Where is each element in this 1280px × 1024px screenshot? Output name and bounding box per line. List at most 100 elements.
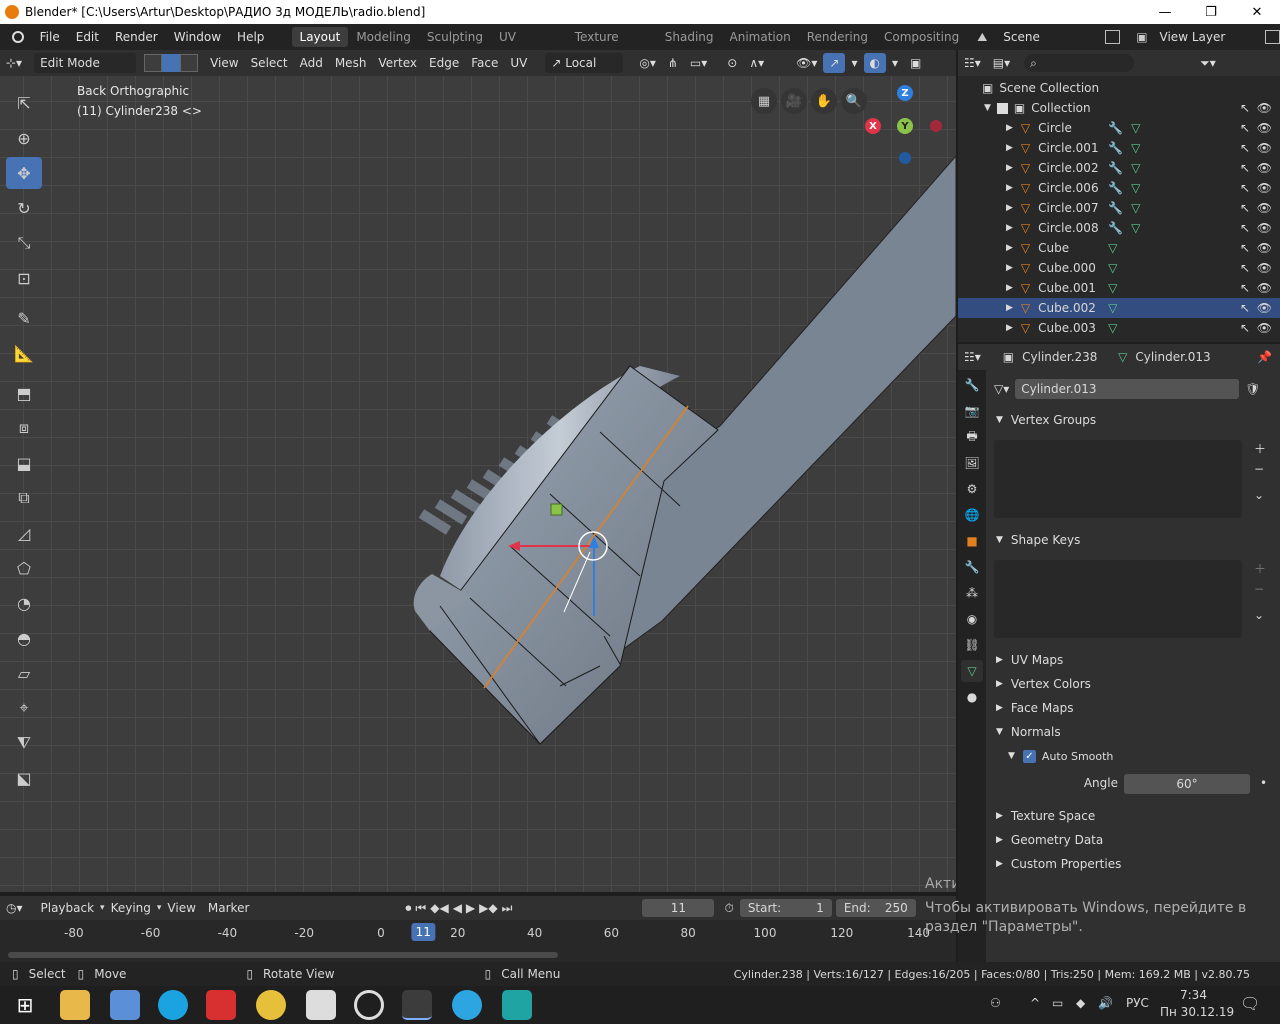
texture-space-panel[interactable]: ▶ Texture Space bbox=[988, 804, 1276, 828]
modifier-tab-icon[interactable]: 🔧 bbox=[961, 556, 983, 578]
timeline-scrollbar[interactable] bbox=[8, 952, 558, 958]
blender-taskbar-icon[interactable] bbox=[402, 990, 432, 1020]
output-tab-icon[interactable]: 🖶 bbox=[961, 426, 983, 448]
eye-icon[interactable]: 👁 bbox=[1257, 121, 1272, 135]
poly-build-tool-icon[interactable]: ⬠ bbox=[6, 552, 42, 584]
face-maps-panel[interactable]: ▶ Face Maps bbox=[988, 696, 1276, 720]
outliner-item[interactable]: ▶ ▽ Cube.000 ▽ ↖ 👁 bbox=[958, 258, 1280, 278]
chrome-icon[interactable] bbox=[256, 990, 286, 1020]
select-toggle-icon[interactable]: ↖ bbox=[1240, 141, 1250, 155]
geometry-data-panel[interactable]: ▶ Geometry Data bbox=[988, 828, 1276, 852]
pivot-icon[interactable]: ◎▾ bbox=[633, 53, 662, 73]
fake-user-icon[interactable]: 🛡 bbox=[1245, 382, 1260, 396]
custom-properties-panel[interactable]: ▶ Custom Properties bbox=[988, 852, 1276, 876]
auto-smooth-row[interactable]: ▼ ✓ Auto Smooth bbox=[1008, 744, 1280, 768]
maya-icon[interactable] bbox=[502, 990, 532, 1020]
collection-row[interactable]: ▼ ▣ Collection ↖ 👁 bbox=[958, 98, 1280, 118]
tab-sculpting[interactable]: Sculpting bbox=[419, 27, 491, 47]
vertex-group-menu-icon[interactable]: ⌄ bbox=[1254, 488, 1264, 502]
nav-gizmo-y[interactable]: Y bbox=[897, 118, 913, 134]
loop-cut-tool-icon[interactable]: ⧉ bbox=[6, 482, 42, 514]
outliner-item[interactable]: ▶ ▽ Circle.007 🔧 ▽ ↖ 👁 bbox=[958, 198, 1280, 218]
outliner-editor-icon[interactable]: ☷▾ bbox=[958, 53, 987, 73]
pan-view-icon[interactable]: ✋ bbox=[811, 88, 837, 114]
view-layer-name[interactable]: View Layer bbox=[1160, 30, 1265, 44]
bevel-tool-icon[interactable]: ⬓ bbox=[6, 447, 42, 479]
keyframe-dot-icon[interactable]: • bbox=[1260, 776, 1267, 790]
tab-texture-paint[interactable]: Texture Paint bbox=[567, 27, 657, 64]
particles-tab-icon[interactable]: ⁂ bbox=[961, 582, 983, 604]
scene-tab-icon[interactable]: ⚙ bbox=[961, 478, 983, 500]
tab-rendering[interactable]: Rendering bbox=[799, 27, 876, 47]
eye-icon[interactable]: 👁 bbox=[1257, 221, 1272, 235]
gizmo-dropdown-icon[interactable]: ▾ bbox=[845, 53, 863, 73]
shrink-fatten-tool-icon[interactable]: ⌖ bbox=[6, 692, 42, 724]
eye-icon[interactable]: 👁 bbox=[1257, 181, 1272, 195]
expand-icon[interactable]: ▶ bbox=[1006, 183, 1013, 193]
menu-keying[interactable]: Keying bbox=[105, 898, 157, 918]
nav-gizmo-x[interactable]: X bbox=[865, 118, 881, 134]
menu-select[interactable]: Select bbox=[245, 53, 294, 73]
file-explorer-icon[interactable] bbox=[60, 990, 90, 1020]
prev-keyframe-icon[interactable]: ◆◀ bbox=[430, 901, 448, 916]
mesh-name-field[interactable]: Cylinder.013 bbox=[1015, 379, 1240, 399]
windows-start-icon[interactable]: ⊞ bbox=[10, 990, 40, 1020]
menu-timeline-view[interactable]: View bbox=[161, 898, 201, 918]
transform-tool-icon[interactable]: ⊡ bbox=[6, 262, 42, 294]
tab-compositing[interactable]: Compositing bbox=[876, 27, 967, 47]
edge-slide-tool-icon[interactable]: ▱ bbox=[6, 657, 42, 689]
frame-ruler[interactable]: -80 -60 -40 -20 0 20 40 60 80 100 120 140 11 bbox=[0, 920, 956, 962]
cursor-tool-icon[interactable]: ⊕ bbox=[6, 122, 42, 154]
current-frame-field[interactable]: 11 bbox=[642, 899, 715, 917]
menu-file[interactable]: File bbox=[32, 30, 68, 44]
notifications-icon[interactable]: 🗨 bbox=[1240, 994, 1260, 1013]
maximize-button[interactable]: ❐ bbox=[1188, 0, 1234, 24]
falloff-icon[interactable]: ∧▾ bbox=[743, 53, 770, 73]
gizmo-plane-handle-icon[interactable] bbox=[550, 503, 563, 516]
angle-field[interactable]: 60° bbox=[1124, 774, 1250, 794]
network-icon[interactable]: ▭ bbox=[1052, 996, 1063, 1010]
menu-uv[interactable]: UV bbox=[504, 53, 533, 73]
menu-edge[interactable]: Edge bbox=[423, 53, 465, 73]
select-toggle-icon[interactable]: ↖ bbox=[1240, 261, 1250, 275]
expand-icon[interactable]: ▶ bbox=[1006, 283, 1013, 293]
add-vertex-group-icon[interactable]: ＋ bbox=[1254, 440, 1266, 457]
select-toggle-icon[interactable]: ↖ bbox=[1240, 201, 1250, 215]
eye-icon[interactable]: 👁 bbox=[1257, 281, 1272, 295]
close-button[interactable]: ✕ bbox=[1234, 0, 1280, 24]
minimize-button[interactable]: — bbox=[1142, 0, 1188, 24]
uv-maps-panel[interactable]: ▶ UV Maps bbox=[988, 648, 1276, 672]
render-tab-icon[interactable]: 📷 bbox=[961, 400, 983, 422]
menu-window[interactable]: Window bbox=[166, 30, 229, 44]
expand-icon[interactable]: ▼ bbox=[984, 103, 991, 113]
select-toggle-icon[interactable]: ↖ bbox=[1240, 321, 1250, 335]
view-layer-tab-icon[interactable]: 🖼 bbox=[961, 452, 983, 474]
auto-smooth-checkbox[interactable]: ✓ bbox=[1022, 749, 1036, 763]
normals-panel[interactable]: ▼ Normals bbox=[988, 720, 1276, 744]
3d-viewport[interactable]: ⇱ ⊕ ✥ ↻ ⤡ ⊡ ✎ 📐 ⬒ ⧈ ⬓ ⧉ ◿ ⬠ ◔ ◓ ▱ ⌖ ⧨ ⬕ … bbox=[0, 76, 956, 892]
play-icon[interactable]: ▶ bbox=[466, 901, 475, 916]
constraints-tab-icon[interactable]: ⛓ bbox=[961, 634, 983, 656]
object-tab-icon[interactable]: ■ bbox=[961, 530, 983, 552]
select-toggle-icon[interactable]: ↖ bbox=[1240, 301, 1250, 315]
move-tool-icon[interactable]: ✥ bbox=[6, 157, 42, 189]
eye-icon[interactable]: 👁 bbox=[1257, 141, 1272, 155]
menu-help[interactable]: Help bbox=[229, 30, 272, 44]
menu-edit[interactable]: Edit bbox=[68, 30, 107, 44]
outliner-item[interactable]: ▶ ▽ Cube ▽ ↖ 👁 bbox=[958, 238, 1280, 258]
outliner-item[interactable]: ▶ ▽ Circle.001 🔧 ▽ ↖ 👁 bbox=[958, 138, 1280, 158]
grid-view-icon[interactable]: ▦ bbox=[751, 88, 777, 114]
vertex-colors-panel[interactable]: ▶ Vertex Colors bbox=[988, 672, 1276, 696]
media-app-icon[interactable] bbox=[354, 990, 384, 1020]
editor-type-icon[interactable]: ⊹▾ bbox=[0, 53, 28, 73]
stopwatch-icon[interactable]: ⏱ bbox=[724, 901, 733, 916]
transform-orientation[interactable]: ↗ Local bbox=[545, 53, 624, 73]
outliner-item[interactable]: ▶ ▽ Circle.006 🔧 ▽ ↖ 👁 bbox=[958, 178, 1280, 198]
snap-icon[interactable]: ⋔ bbox=[662, 53, 684, 73]
expand-icon[interactable]: ▶ bbox=[1006, 323, 1013, 333]
rip-tool-icon[interactable]: ⬕ bbox=[6, 762, 42, 794]
jump-end-icon[interactable]: ⏭ bbox=[502, 901, 513, 916]
jump-start-icon[interactable]: ⏮ bbox=[415, 901, 426, 916]
end-frame-field[interactable]: End: 250 bbox=[835, 899, 916, 917]
shear-tool-icon[interactable]: ⧨ bbox=[6, 727, 42, 759]
